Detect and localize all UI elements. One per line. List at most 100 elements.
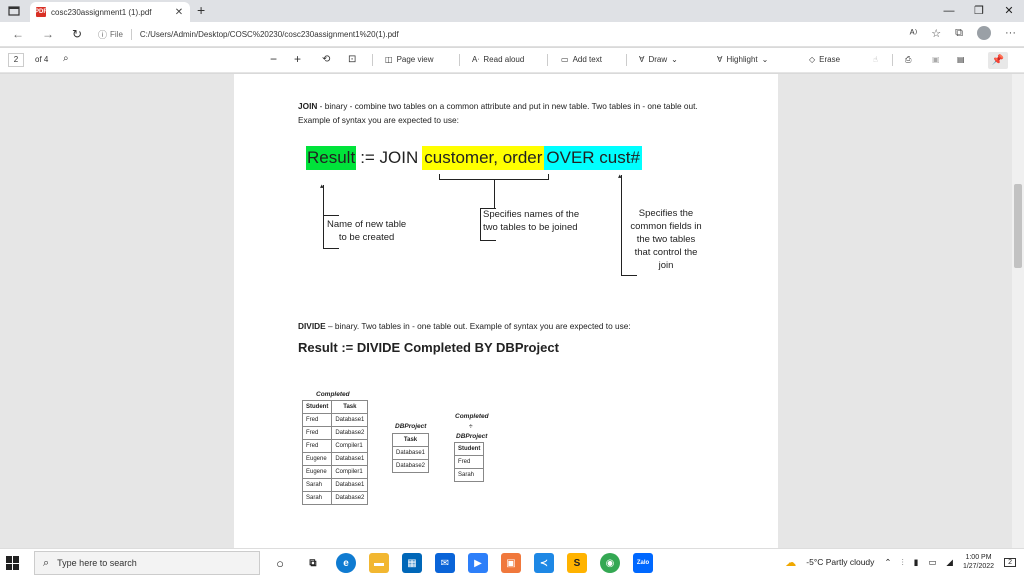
join-operator: := JOIN — [360, 148, 419, 167]
page-number-input[interactable]: 2 — [8, 53, 24, 67]
forward-icon[interactable]: → — [42, 27, 54, 41]
read-aloud-toolbar-icon[interactable]: ᴬ⁾ — [910, 27, 918, 40]
more-icon[interactable]: ··· — [1005, 27, 1016, 39]
draw-icon: ∀ — [639, 55, 645, 64]
weather-icon[interactable]: ☁ — [785, 556, 796, 569]
store-icon[interactable]: ▦ — [402, 553, 422, 573]
divide-label: DIVIDE — [298, 321, 326, 331]
chrome-icon[interactable]: ◉ — [600, 553, 620, 573]
windows-start-icon[interactable] — [6, 556, 20, 570]
annotation-new-table: Name of new table to be created — [327, 219, 407, 243]
notifications-icon[interactable]: 2 — [1004, 557, 1016, 567]
maximize-button[interactable]: ❐ — [964, 0, 994, 22]
new-tab-icon[interactable]: + — [197, 2, 205, 18]
table-row: Fred Database1 — [301, 413, 369, 427]
table-row: Fred — [453, 455, 485, 469]
file-explorer-icon[interactable]: ▬ — [369, 553, 389, 573]
save-icon[interactable]: ▣ — [932, 55, 940, 64]
cortana-icon[interactable]: ○ — [270, 553, 290, 573]
highlight-icon: ∀ — [717, 55, 723, 64]
arrow-up-icon: ▴ — [320, 183, 324, 190]
find-icon[interactable]: ⌕ — [63, 53, 69, 64]
touch-icon[interactable]: ☝ — [873, 55, 878, 64]
refresh-icon[interactable]: ↻ — [72, 27, 82, 41]
arrow-up-icon: ▴ — [618, 173, 622, 180]
rotate-icon[interactable]: ⟲ — [322, 54, 330, 65]
pdf-toolbar: 2 of 4 ⌕ − + ⟲ ⊡ ◫ Page view Aᐧ Read aloud… — [0, 48, 1024, 73]
tab-actions-icon[interactable] — [8, 5, 20, 17]
annotation-common-fields: Specifies the common fields in the two t… — [630, 208, 702, 271]
profile-avatar[interactable] — [977, 26, 991, 40]
browser-tab[interactable]: PDF cosc230assignment1 (1).pdf ✕ — [30, 2, 190, 22]
search-icon: ⌕ — [43, 556, 50, 569]
chevron-down-icon: ⌄ — [761, 55, 769, 64]
join-expression: Result := JOIN customer, order OVER cust… — [306, 146, 642, 170]
mail-icon[interactable]: ✉ — [435, 553, 455, 573]
highlight-button[interactable]: ∀ Highlight ⌄ — [717, 55, 768, 64]
table-row: Eugene Compiler1 — [301, 465, 369, 479]
table-row: Eugene Database1 — [301, 452, 369, 466]
save-as-icon[interactable]: ▤ — [957, 55, 965, 64]
annotation-table-names: Specifies names of the two tables to be … — [483, 209, 580, 233]
dbproject-table-caption: DBProject — [395, 423, 427, 430]
url-text: C:/Users/Admin/Desktop/COSC%20230/cosc23… — [139, 30, 399, 39]
app-icon[interactable]: ▣ — [501, 553, 521, 573]
page-view-button[interactable]: ◫ Page view — [385, 55, 433, 64]
pdf-viewer[interactable]: JOIN - binary - combine two tables on a … — [0, 74, 1024, 548]
add-text-button[interactable]: ▭ Add text — [561, 55, 602, 64]
edge-icon[interactable]: e — [336, 553, 356, 573]
fit-page-icon[interactable]: ⊡ — [348, 54, 356, 65]
zalo-icon[interactable]: Zalo — [633, 553, 653, 573]
draw-button[interactable]: ∀ Draw ⌄ — [639, 55, 678, 64]
table-row: Fred Compiler1 — [301, 439, 369, 453]
table-header: Task — [331, 400, 369, 414]
table-header: Student — [453, 442, 485, 456]
table-row: Fred Database2 — [301, 426, 369, 440]
weather-text[interactable]: -5°C Partly cloudy — [806, 557, 874, 567]
eraser-icon: ◇ — [809, 55, 816, 64]
pin-toolbar-icon[interactable]: 📌 — [988, 52, 1008, 69]
page-view-icon: ◫ — [385, 55, 393, 64]
microphone-icon[interactable]: ▮ — [914, 557, 919, 568]
volume-icon[interactable]: ◢ — [946, 557, 953, 568]
close-tab-icon[interactable]: ✕ — [174, 7, 184, 18]
taskbar-search-input[interactable]: ⌕ Type here to search — [34, 551, 260, 575]
join-paragraph: JOIN - binary - combine two tables on a … — [298, 101, 698, 125]
chevron-up-icon[interactable]: ⌃ — [884, 557, 891, 568]
table-row: Sarah — [453, 468, 485, 482]
pdf-page: JOIN - binary - combine two tables on a … — [234, 74, 778, 548]
collections-icon[interactable]: ⧉ — [955, 27, 963, 40]
erase-button[interactable]: ◇ Erase — [809, 55, 840, 64]
pdf-icon: PDF — [35, 7, 47, 17]
browser-actions: ᴬ⁾ ☆ ⧉ ··· — [910, 26, 1016, 40]
chevron-down-icon: ⌄ — [671, 55, 678, 64]
read-aloud-button[interactable]: Aᐧ Read aloud — [472, 55, 524, 64]
back-icon[interactable]: ← — [12, 27, 24, 41]
vertical-scrollbar[interactable] — [1012, 74, 1024, 548]
clock[interactable]: 1:00 PM 1/27/2022 — [963, 553, 994, 571]
completed-table: Student Task Fred Database1 Fred Database2… — [301, 400, 369, 505]
network-icon[interactable]: ⫶ — [902, 557, 904, 568]
url-field[interactable]: ⓘ File C:/Users/Admin/Desktop/COSC%20230… — [98, 25, 898, 44]
task-view-icon[interactable]: ⧉ — [303, 553, 323, 573]
sublime-icon[interactable]: S — [567, 553, 587, 573]
divide-paragraph: DIVIDE – binary. Two tables in - one tab… — [298, 321, 631, 331]
battery-icon[interactable]: ▭ — [928, 557, 936, 568]
zoom-out-icon[interactable]: − — [270, 52, 277, 66]
taskbar: ⌕ Type here to search ○ ⧉ e ▬ ▦ ✉ ▶ ▣ ≺ … — [0, 548, 1024, 576]
scrollbar-thumb[interactable] — [1014, 184, 1022, 268]
favorites-icon[interactable]: ☆ — [931, 27, 941, 40]
print-icon[interactable]: ⎙ — [905, 55, 911, 65]
tab-title: cosc230assignment1 (1).pdf — [51, 7, 152, 17]
zoom-in-icon[interactable]: + — [294, 52, 301, 66]
vscode-icon[interactable]: ≺ — [534, 553, 554, 573]
table-row: Database2 — [391, 459, 430, 473]
join-result-name: Result — [306, 146, 357, 170]
minimize-button[interactable]: — — [934, 0, 964, 22]
info-icon[interactable]: ⓘ — [98, 28, 107, 41]
close-window-button[interactable]: ✕ — [994, 0, 1024, 22]
table-row: Database1 — [391, 446, 430, 460]
window-controls: — ❐ ✕ — [934, 0, 1024, 22]
result-caption-bottom: DBProject — [456, 433, 488, 440]
zoom-icon[interactable]: ▶ — [468, 553, 488, 573]
